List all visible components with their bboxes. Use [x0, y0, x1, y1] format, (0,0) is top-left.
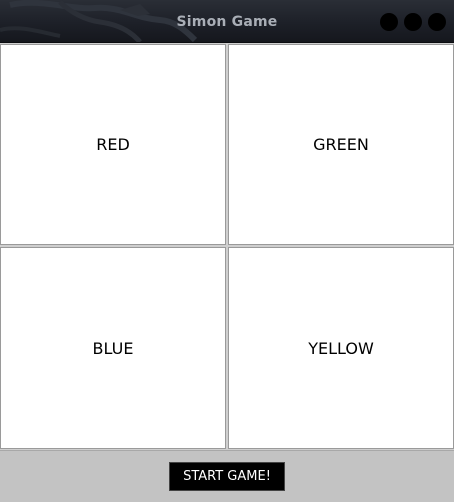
window-control-2-icon[interactable]	[404, 13, 422, 31]
game-board: RED GREEN BLUE YELLOW	[0, 43, 454, 450]
red-pad[interactable]: RED	[0, 44, 226, 245]
yellow-pad-label: YELLOW	[308, 338, 374, 358]
start-game-button[interactable]: START GAME!	[169, 462, 285, 491]
blue-pad-label: BLUE	[92, 338, 134, 358]
footer-bar: START GAME!	[0, 450, 454, 502]
window-control-3-icon[interactable]	[428, 13, 446, 31]
blue-pad[interactable]: BLUE	[0, 247, 226, 449]
red-pad-label: RED	[96, 135, 130, 154]
green-pad[interactable]: GREEN	[228, 44, 454, 245]
title-bar[interactable]: Simon Game	[0, 0, 454, 43]
yellow-pad[interactable]: YELLOW	[228, 247, 454, 449]
green-pad-label: GREEN	[313, 135, 369, 154]
window-control-1-icon[interactable]	[380, 13, 398, 31]
simon-game-window: Simon Game RED GREEN BLUE YELLOW START G…	[0, 0, 454, 502]
